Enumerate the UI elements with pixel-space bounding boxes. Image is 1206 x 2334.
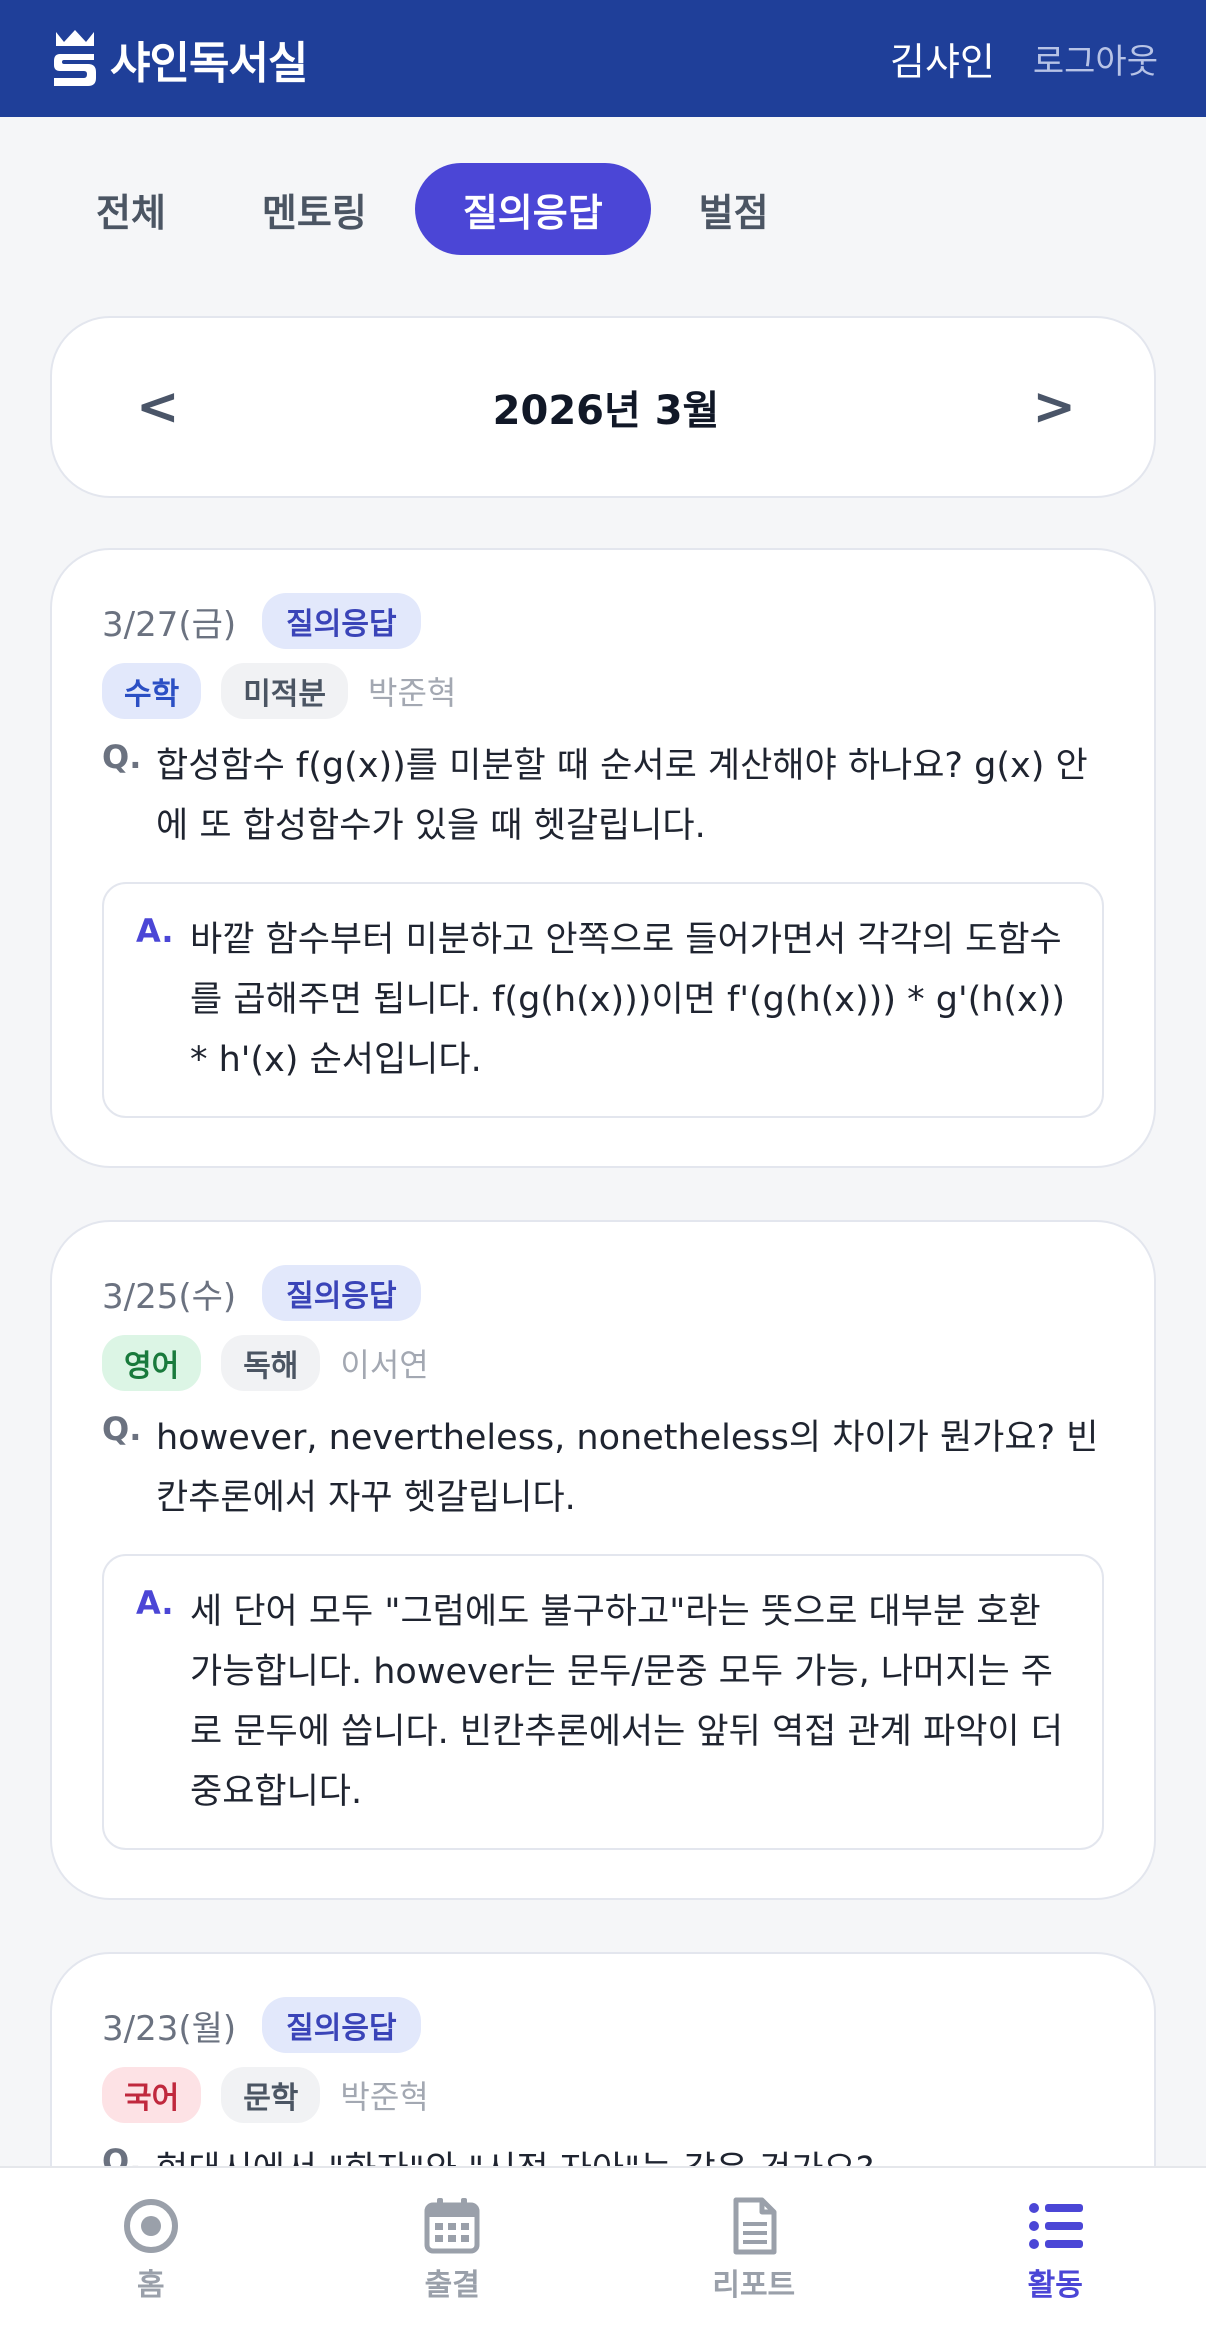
subject-badge: 국어 (102, 2067, 202, 2123)
subject-badge: 수학 (102, 663, 202, 719)
nav-home[interactable]: 홈 (51, 2196, 251, 2304)
type-badge: 질의응답 (262, 1997, 421, 2053)
question: Q. however, nevertheless, nonetheless의 차… (102, 1408, 1104, 1528)
answer-mark: A. (136, 912, 174, 950)
qna-card[interactable]: 3/25(수) 질의응답 영어 독해 이서연 Q. however, never… (50, 1220, 1156, 1900)
question-mark: Q. (102, 1410, 142, 1448)
brand[interactable]: 샤인독서실 (50, 27, 308, 91)
question: Q. 합성함수 f(g(x))를 미분할 때 순서로 계산해야 하나요? g(x… (102, 736, 1104, 856)
answer-text: 세 단어 모두 "그럼에도 불구하고"라는 뜻으로 대부분 호환 가능합니다. … (190, 1592, 1063, 1812)
month-selector: < 2026년 3월 > (50, 316, 1156, 498)
prev-month-button[interactable]: < (136, 377, 180, 437)
topic-badge: 독해 (221, 1335, 321, 1391)
month-label: 2026년 3월 (492, 388, 720, 434)
logout-button[interactable]: 로그아웃 (1033, 34, 1158, 83)
tab-mentoring[interactable]: 멘토링 (214, 163, 415, 255)
mentor-name: 이서연 (340, 1346, 429, 1384)
header-right: 김샤인 로그아웃 (890, 31, 1158, 86)
document-icon (733, 2197, 777, 2255)
mentor-name: 박준혁 (368, 674, 457, 712)
next-month-button[interactable]: > (1032, 377, 1076, 437)
tab-qna[interactable]: 질의응답 (414, 163, 651, 255)
brand-logo-icon (54, 29, 96, 86)
user-name: 김샤인 (889, 40, 995, 84)
answer-box: A. 세 단어 모두 "그럼에도 불구하고"라는 뜻으로 대부분 호환 가능합니… (102, 1554, 1104, 1850)
nav-report[interactable]: 리포트 (654, 2196, 854, 2304)
nav-activity[interactable]: 활동 (955, 2196, 1155, 2304)
tab-all[interactable]: 전체 (48, 163, 214, 255)
question-mark: Q. (102, 738, 142, 776)
card-meta: 수학 미적분 박준혁 (102, 663, 1104, 719)
answer-text: 바깥 함수부터 미분하고 안쪽으로 들어가면서 각각의 도함수를 곱해주면 됩니… (190, 920, 1066, 1080)
nav-label: 홈 (136, 2268, 165, 2303)
question-text: 합성함수 f(g(x))를 미분할 때 순서로 계산해야 하나요? g(x) 안… (156, 746, 1088, 846)
answer-box: A. 바깥 함수부터 미분하고 안쪽으로 들어가면서 각각의 도함수를 곱해주면… (102, 882, 1104, 1118)
category-tabs: 전체 멘토링 질의응답 벌점 (48, 163, 817, 255)
brand-name: 샤인독서실 (110, 37, 308, 89)
app-header: 샤인독서실 김샤인 로그아웃 (0, 0, 1206, 117)
card-header: 3/25(수) 질의응답 (102, 1265, 1104, 1321)
list-icon (1029, 2203, 1084, 2249)
nav-label: 활동 (1027, 2268, 1083, 2303)
type-badge: 질의응답 (262, 593, 421, 649)
card-date: 3/27(금) (102, 604, 237, 645)
card-date: 3/25(수) (102, 1276, 237, 1317)
nav-label: 출결 (424, 2268, 480, 2303)
card-header: 3/23(월) 질의응답 (102, 1997, 1104, 2053)
card-date: 3/23(월) (102, 2008, 237, 2049)
target-icon (123, 2199, 178, 2253)
bottom-nav: 홈 출결 리포트 활동 (0, 2166, 1206, 2334)
qna-card[interactable]: 3/27(금) 질의응답 수학 미적분 박준혁 Q. 합성함수 f(g(x))를… (50, 548, 1156, 1168)
mentor-name: 박준혁 (340, 2078, 429, 2116)
subject-badge: 영어 (102, 1335, 202, 1391)
answer-mark: A. (136, 1584, 174, 1622)
tab-penalty[interactable]: 벌점 (651, 163, 817, 255)
topic-badge: 문학 (221, 2067, 321, 2123)
card-meta: 국어 문학 박준혁 (102, 2067, 1104, 2123)
nav-attendance[interactable]: 출결 (352, 2196, 552, 2304)
calendar-icon (424, 2198, 480, 2254)
question-text: however, nevertheless, nonetheless의 차이가 … (156, 1418, 1099, 1518)
topic-badge: 미적분 (221, 663, 349, 719)
nav-label: 리포트 (712, 2268, 796, 2303)
card-header: 3/27(금) 질의응답 (102, 593, 1104, 649)
type-badge: 질의응답 (262, 1265, 421, 1321)
card-meta: 영어 독해 이서연 (102, 1335, 1104, 1391)
